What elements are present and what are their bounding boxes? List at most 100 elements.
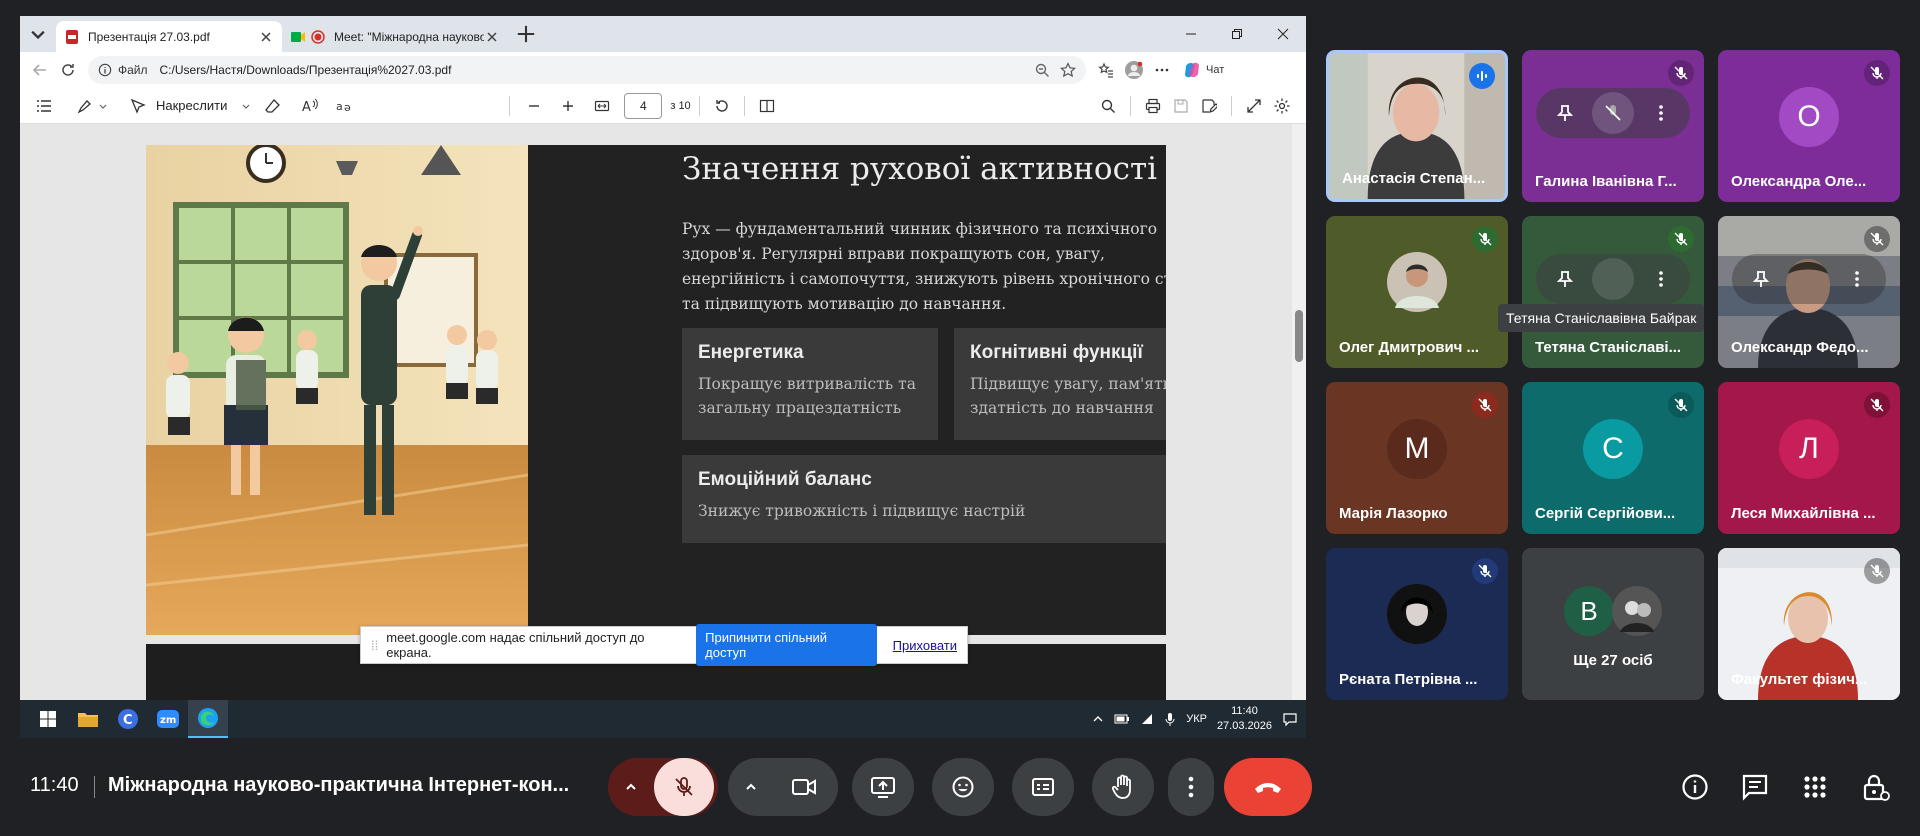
participant-name: Леся Михайлівна ... <box>1731 505 1876 522</box>
address-bar: Файл C:/Users/Настя/Downloads/Презентаці… <box>20 52 1306 88</box>
raise-hand-button[interactable] <box>1092 758 1154 816</box>
activities-button[interactable] <box>1800 772 1830 802</box>
microphone-icon[interactable] <box>1164 712 1176 726</box>
rotate-button[interactable] <box>708 92 736 120</box>
participant-tile[interactable]: Анастасія Степан... <box>1326 50 1508 202</box>
zoom-out-button[interactable] <box>520 92 548 120</box>
reactions-button[interactable] <box>932 758 994 816</box>
save-as-button[interactable] <box>1195 92 1223 120</box>
start-button[interactable] <box>28 700 68 738</box>
participant-tile[interactable]: O Олександра Оле... <box>1718 50 1900 202</box>
camera-toggle-button[interactable] <box>774 758 834 816</box>
participant-tile[interactable]: Олег Дмитрович ... <box>1326 216 1508 368</box>
video-options-button[interactable] <box>728 780 774 794</box>
drag-handle-icon[interactable]: ⁞⁞ <box>371 638 378 653</box>
contents-button[interactable] <box>30 92 58 120</box>
hide-link[interactable]: Приховати <box>893 638 957 653</box>
present-screen-button[interactable] <box>852 758 914 816</box>
participant-tile[interactable]: M Марія Лазорко <box>1326 382 1508 534</box>
eraser-button[interactable] <box>259 92 287 120</box>
wifi-icon[interactable] <box>1140 712 1154 726</box>
captions-button[interactable] <box>1012 758 1074 816</box>
chevron-up-icon[interactable] <box>1092 713 1104 725</box>
chat-button[interactable] <box>1740 772 1770 802</box>
page-number-input[interactable]: 4 <box>624 92 663 119</box>
pin-icon[interactable] <box>1555 269 1575 289</box>
restore-button[interactable] <box>1214 16 1260 52</box>
close-window-button[interactable] <box>1260 16 1306 52</box>
notification-icon[interactable] <box>1282 711 1298 727</box>
more-options-button[interactable] <box>1168 758 1214 816</box>
settings-button[interactable] <box>1268 92 1296 120</box>
pin-icon[interactable] <box>1751 269 1771 289</box>
highlighter-icon <box>77 99 91 113</box>
zoom-in-button[interactable] <box>554 92 582 120</box>
pin-icon[interactable] <box>1555 103 1575 123</box>
favorites-button[interactable] <box>1092 56 1120 84</box>
mic-toggle-button[interactable] <box>654 758 714 816</box>
copilot-button[interactable]: Чат <box>1182 60 1224 80</box>
taskbar-zoom[interactable]: zm <box>148 700 188 738</box>
more-vertical-icon[interactable] <box>1651 103 1671 123</box>
card-text: Покращує витривалість та загальну працез… <box>698 375 916 417</box>
pdf-scrollbar[interactable] <box>1292 124 1306 700</box>
chevron-down-icon[interactable] <box>241 101 251 111</box>
page-view-button[interactable] <box>753 92 781 120</box>
edge-icon <box>198 708 218 728</box>
translate-button[interactable]: aә <box>331 92 359 120</box>
pdf-viewport[interactable]: Значення рухової активності Рух — фундам… <box>20 124 1306 700</box>
draw-label[interactable]: Накреслити <box>156 98 227 113</box>
print-button[interactable] <box>1139 92 1167 120</box>
zoom-icon[interactable] <box>1034 62 1050 78</box>
tab-search-button[interactable] <box>24 20 52 48</box>
participant-tile[interactable]: Тетяна Станіславі... <box>1522 216 1704 368</box>
taskbar-clock[interactable]: 11:40 27.03.2026 <box>1217 704 1272 734</box>
taskbar-edge[interactable] <box>188 700 228 738</box>
profile-button[interactable] <box>1120 56 1148 84</box>
find-button[interactable] <box>1094 92 1122 120</box>
scrollbar-thumb[interactable] <box>1295 310 1303 362</box>
fit-width-icon <box>595 100 610 111</box>
mute-participant-button[interactable] <box>1591 258 1634 300</box>
participant-tile[interactable]: Галина Іванівна Г... <box>1522 50 1704 202</box>
language-indicator[interactable]: УКР <box>1186 713 1207 725</box>
audio-options-button[interactable] <box>608 780 654 794</box>
new-tab-button[interactable] <box>512 20 540 48</box>
more-vertical-icon[interactable] <box>1651 269 1671 289</box>
tab-pdf[interactable]: Презентація 27.03.pdf <box>56 21 282 52</box>
plus-icon <box>517 25 535 43</box>
participant-tile[interactable]: Л Леся Михайлівна ... <box>1718 382 1900 534</box>
fit-page-button[interactable] <box>588 92 616 120</box>
mute-participant-button[interactable] <box>1788 258 1830 300</box>
minimize-button[interactable] <box>1168 16 1214 52</box>
more-participants-tile[interactable]: B Ще 27 осіб <box>1522 548 1704 700</box>
save-button[interactable] <box>1167 92 1195 120</box>
meeting-info-button[interactable] <box>1680 772 1710 802</box>
participant-tile[interactable]: Олександр Федо... <box>1718 216 1900 368</box>
refresh-button[interactable] <box>54 56 82 84</box>
participant-tile[interactable]: C Сергій Сергійови... <box>1522 382 1704 534</box>
taskbar-explorer[interactable] <box>68 700 108 738</box>
host-controls-button[interactable] <box>1860 772 1890 802</box>
star-icon[interactable] <box>1060 62 1076 78</box>
url-field[interactable]: Файл C:/Users/Настя/Downloads/Презентаці… <box>88 56 1086 84</box>
participant-tile[interactable]: Факультет фізич... <box>1718 548 1900 700</box>
more-menu-button[interactable] <box>1148 56 1176 84</box>
chevron-down-icon[interactable] <box>98 101 108 111</box>
read-aloud-button[interactable]: A <box>297 92 325 120</box>
draw-button[interactable] <box>124 92 152 120</box>
more-vertical-icon[interactable] <box>1847 269 1867 289</box>
leave-call-button[interactable] <box>1224 758 1312 816</box>
fullscreen-button[interactable] <box>1240 92 1268 120</box>
stop-sharing-button[interactable]: Припинити спільний доступ <box>696 624 877 666</box>
highlight-button[interactable] <box>70 92 98 120</box>
participant-tile[interactable]: Рєната Петрівна ... <box>1326 548 1508 700</box>
taskbar-app-c[interactable]: C <box>108 700 148 738</box>
back-button[interactable] <box>26 56 54 84</box>
battery-icon[interactable] <box>1114 713 1130 725</box>
tab-meet[interactable]: Meet: "Міжнародна науково <box>282 21 508 52</box>
close-icon[interactable] <box>484 29 500 45</box>
avatar: C <box>1583 418 1643 479</box>
close-icon[interactable] <box>258 29 274 45</box>
mute-participant-button[interactable] <box>1591 92 1634 134</box>
